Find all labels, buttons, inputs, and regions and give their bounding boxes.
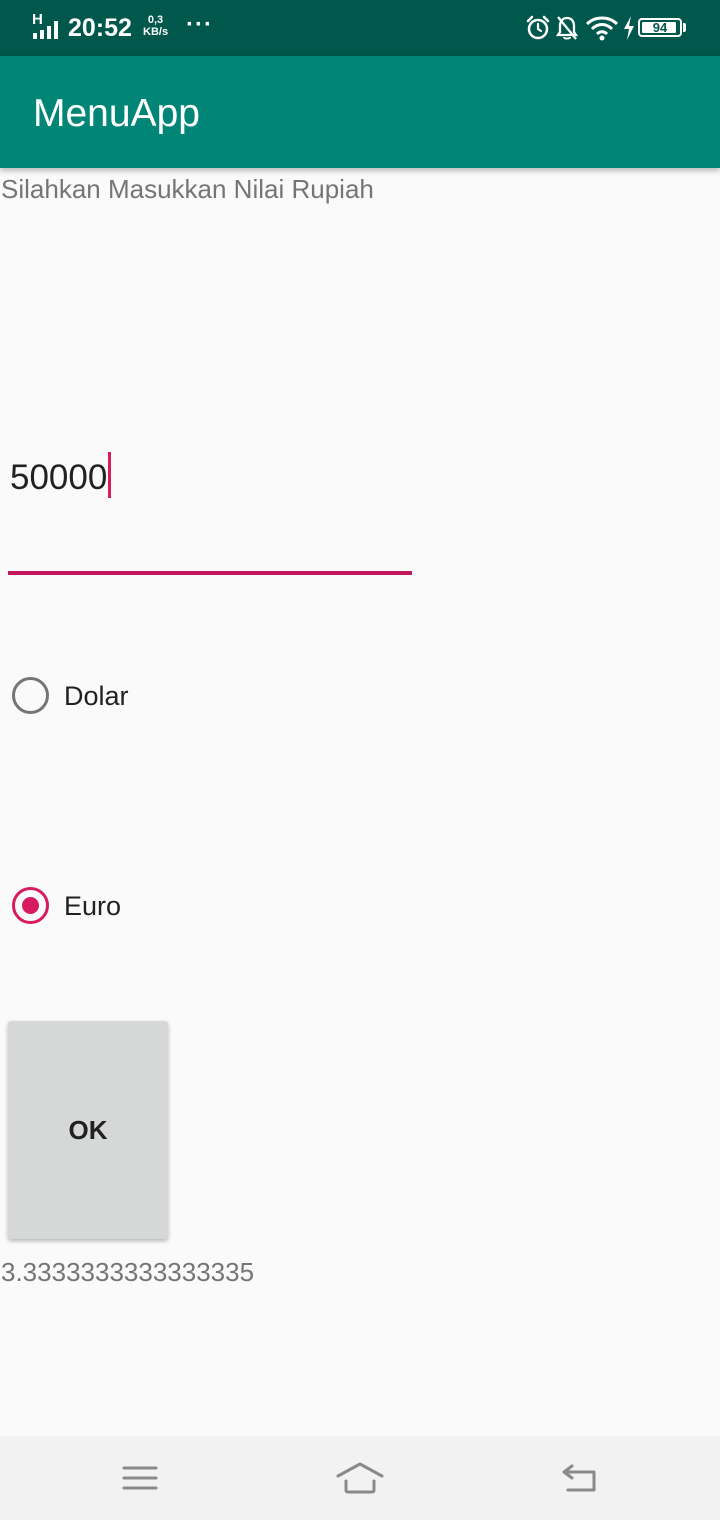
navigation-bar [0,1436,720,1520]
battery-level: 94 [652,20,668,35]
network-speed-value: 0,3 [147,14,164,26]
more-notifications-icon: ··· [186,11,213,38]
menu-icon[interactable] [120,1460,160,1496]
text-cursor [108,452,112,498]
rupiah-input-underline [8,571,412,575]
radio-option-dolar[interactable]: Dolar [10,674,310,718]
radio-label-dolar: Dolar [64,681,129,711]
rupiah-input[interactable]: 50000 [8,440,412,576]
status-time: 20:52 [68,14,132,42]
network-speed: 0,3 KB/s [143,14,168,38]
conversion-result: 3.3333333333333335 [1,1257,255,1287]
network-speed-unit: KB/s [143,26,169,38]
signal-icon: H [32,12,62,40]
charging-icon [624,16,634,40]
radio-label-euro: Euro [64,891,122,921]
radio-selected-dot [22,897,39,914]
status-bar: H 20:52 0,3 KB/s ··· 94 [0,0,720,56]
rupiah-input-text: 50000 [10,458,108,497]
app-title: MenuApp [33,92,200,135]
ok-button[interactable]: OK [8,1021,168,1239]
notifications-off-icon [556,16,578,40]
alarm-icon [526,15,550,40]
prompt-label: Silahkan Masukkan Nilai Rupiah [1,174,374,204]
app-bar: MenuApp [0,56,720,168]
home-icon[interactable] [334,1460,386,1496]
battery-tip [683,23,686,32]
radio-option-euro[interactable]: Euro [10,884,310,928]
rupiah-input-value[interactable]: 50000 [10,452,112,498]
back-icon[interactable] [558,1460,600,1496]
radio-button-dolar[interactable] [12,677,49,714]
battery-icon: 94 [638,18,682,37]
wifi-icon [586,16,618,41]
radio-button-euro[interactable] [12,887,49,924]
